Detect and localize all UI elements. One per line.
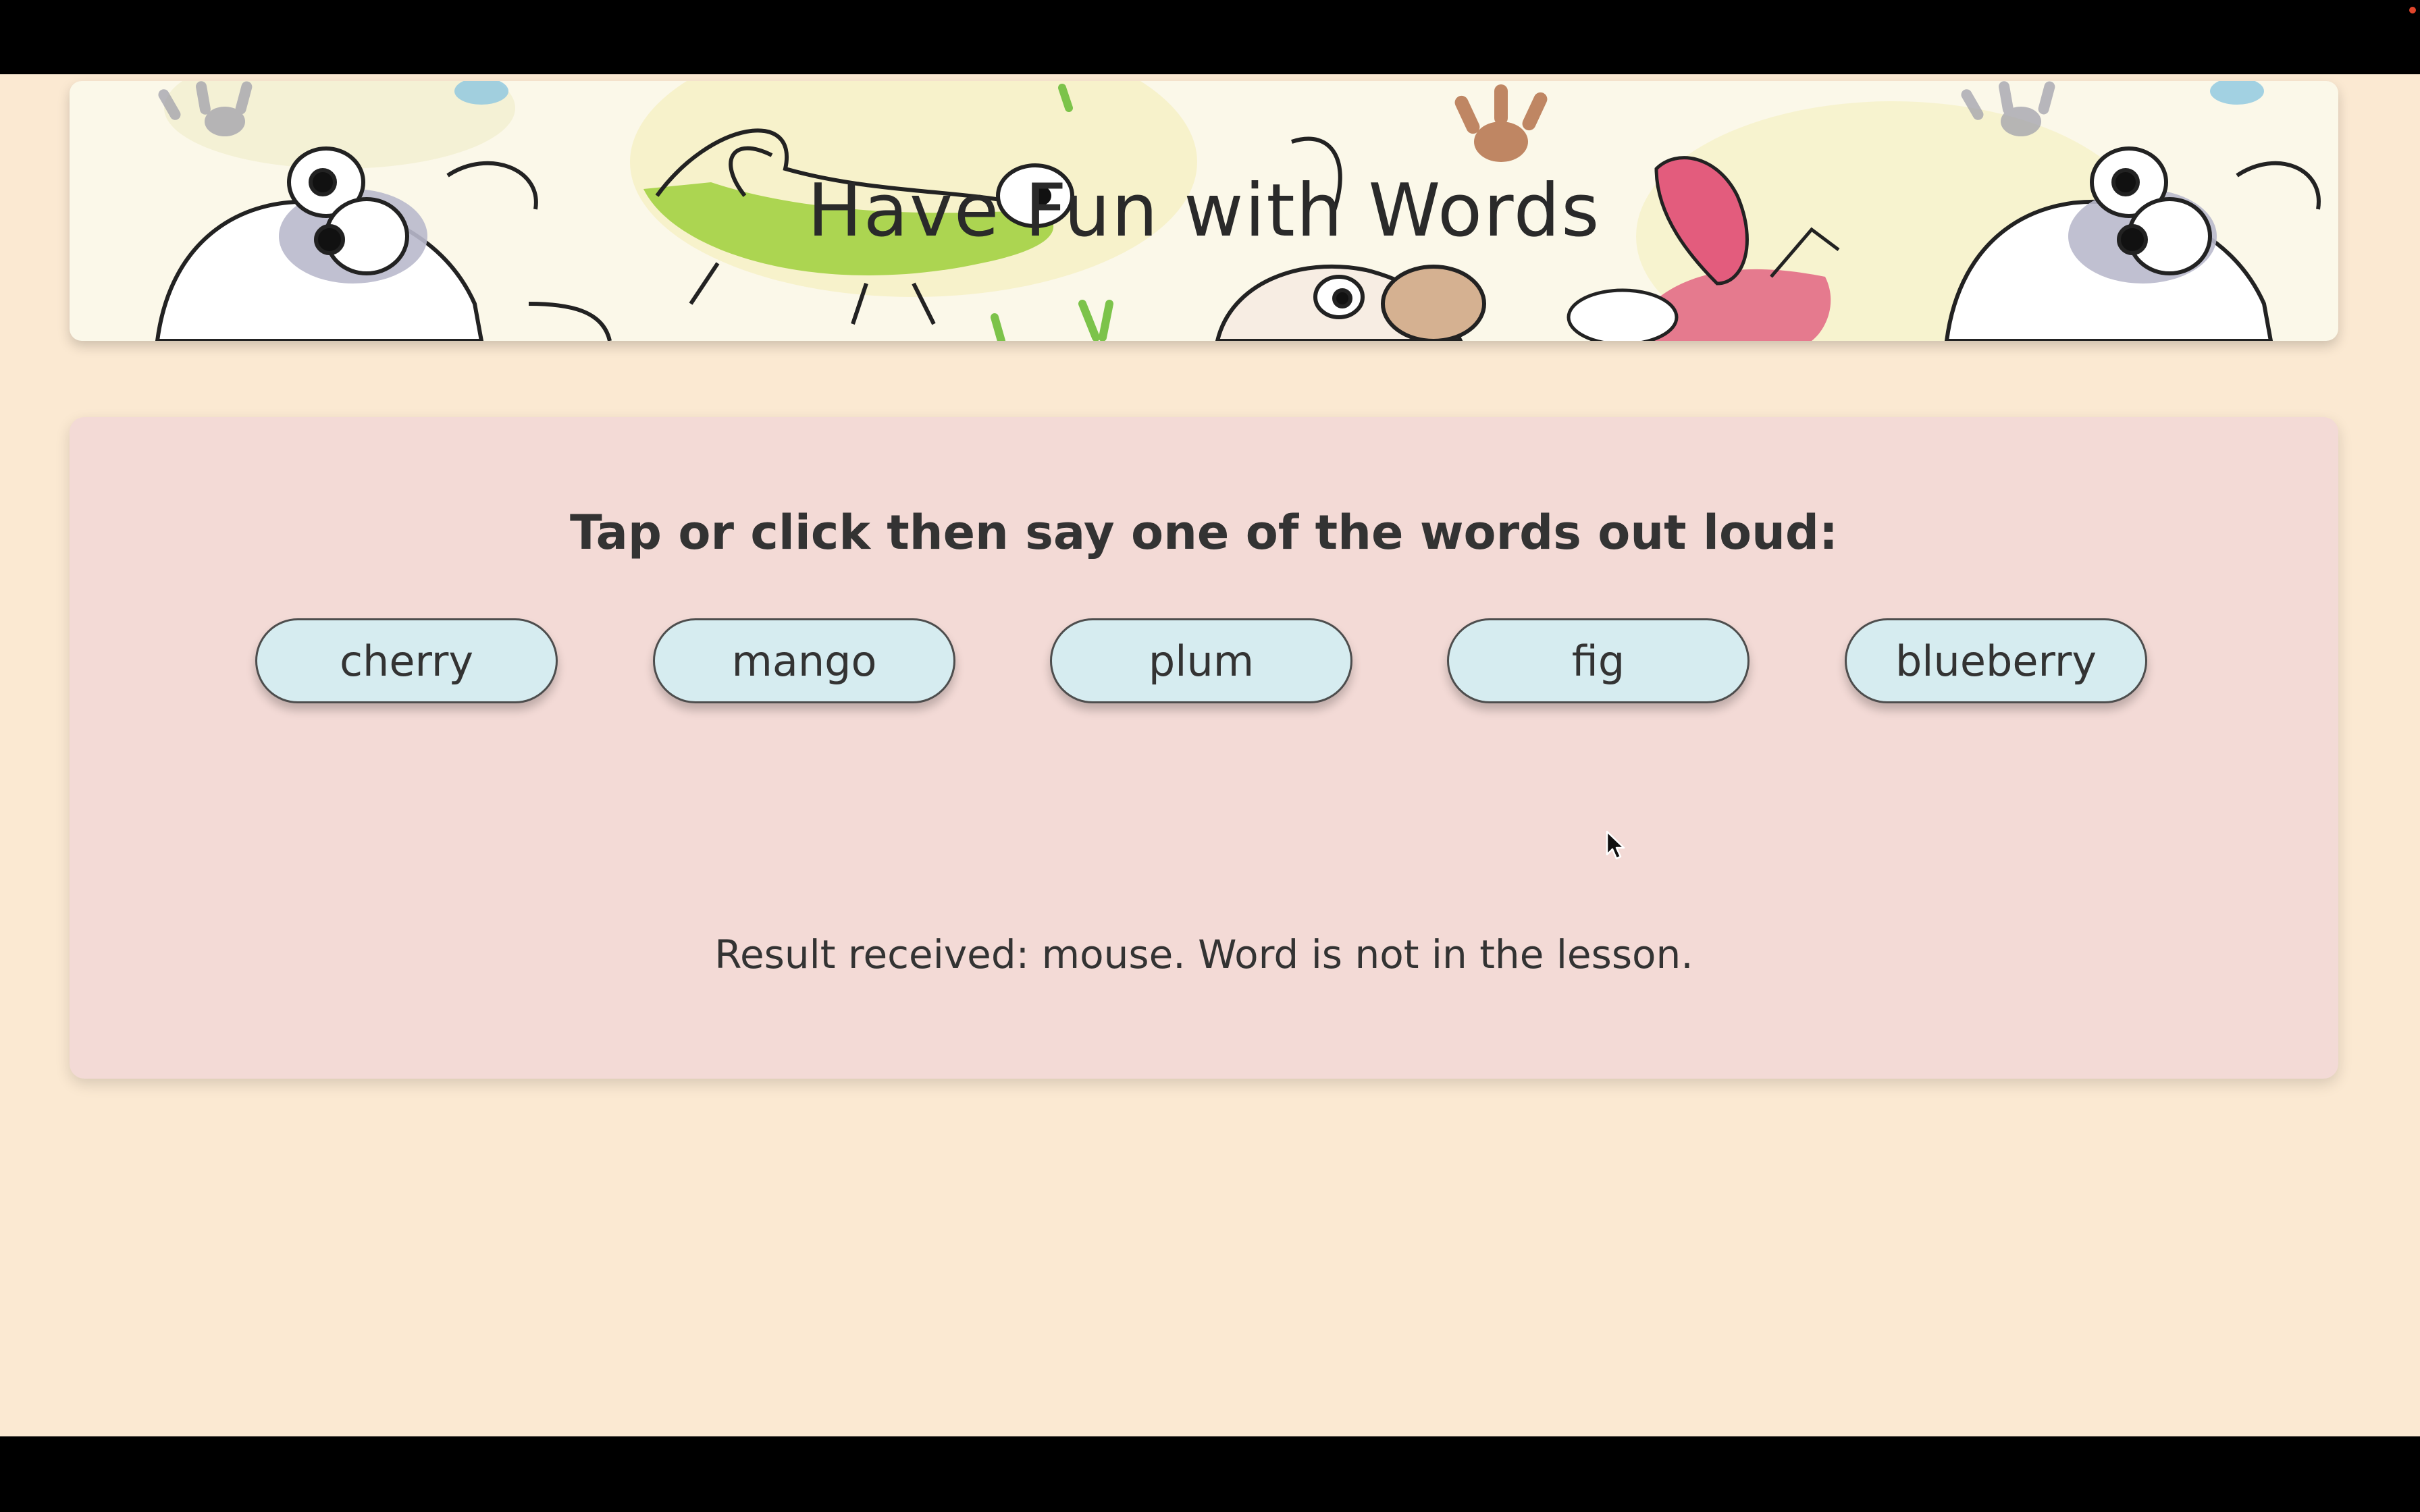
word-button-fig[interactable]: fig <box>1447 618 1750 703</box>
page: Have Fun with Words Tap or click then sa… <box>0 74 2420 1436</box>
bottom-letterbox <box>0 1436 2420 1512</box>
word-button-plum[interactable]: plum <box>1050 618 1352 703</box>
word-button-mango[interactable]: mango <box>653 618 955 703</box>
lesson-card: Tap or click then say one of the words o… <box>70 417 2338 1079</box>
screen: Have Fun with Words Tap or click then sa… <box>0 0 2420 1512</box>
mouse-pointer-icon <box>1606 830 1625 860</box>
word-button-cherry[interactable]: cherry <box>255 618 558 703</box>
word-button-group: cherry mango plum fig blueberry <box>70 618 2338 707</box>
result-message: Result received: mouse. Word is not in t… <box>714 932 1693 977</box>
word-button-blueberry[interactable]: blueberry <box>1845 618 2147 703</box>
recording-indicator-icon <box>2409 7 2416 14</box>
top-letterbox <box>0 0 2420 74</box>
page-title: Have Fun with Words <box>807 169 1601 253</box>
header-banner: Have Fun with Words <box>70 81 2338 341</box>
lesson-prompt: Tap or click then say one of the words o… <box>569 505 1839 560</box>
